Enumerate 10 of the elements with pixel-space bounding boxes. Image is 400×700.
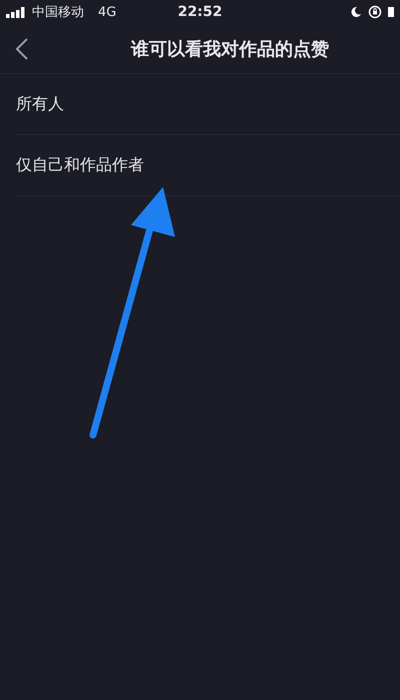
moon-icon [350,6,362,18]
network-type: 4G [98,4,116,20]
page-title: 谁可以看我对作品的点赞 [131,38,329,60]
carrier-name: 中国移动 [32,4,84,21]
rotation-lock-icon [368,5,382,19]
option-item[interactable]: 仅自己和作品作者 [16,154,144,176]
back-icon[interactable] [14,36,30,60]
status-time: 22:52 [178,4,222,20]
option-item[interactable]: 所有人 [16,94,64,114]
battery-icon [388,7,394,17]
